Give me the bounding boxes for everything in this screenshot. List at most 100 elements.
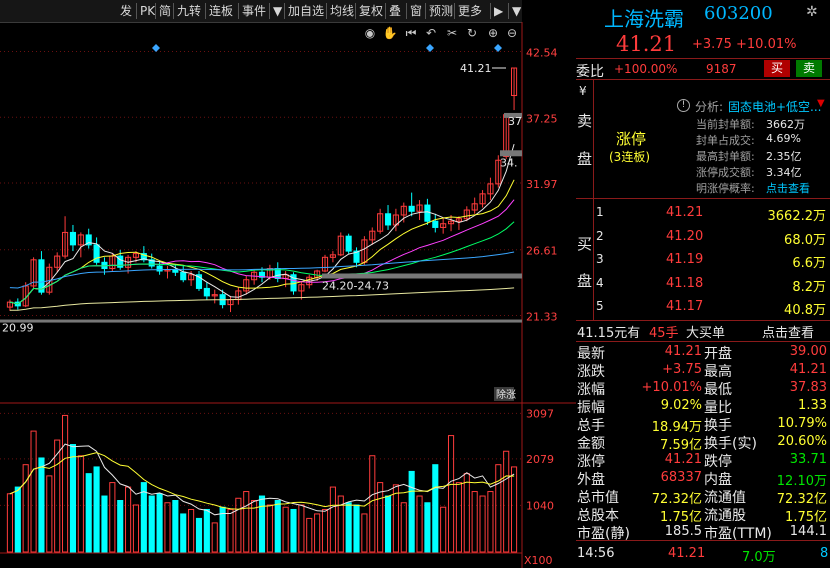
volume-bar bbox=[298, 504, 305, 553]
volume-bar bbox=[77, 455, 84, 553]
zoom-out-icon[interactable]: ⊖ bbox=[507, 26, 517, 40]
volume-tick-label: 3097 bbox=[526, 407, 554, 420]
volume-bar bbox=[503, 450, 510, 553]
toolbar-item[interactable]: 窗 bbox=[408, 3, 424, 19]
toolbar-item[interactable]: ▼ bbox=[510, 3, 523, 19]
right-tag-label: 34. bbox=[500, 156, 518, 169]
seal-info-label: 涨停成交额: bbox=[696, 166, 755, 179]
price-change: +3.75 bbox=[692, 37, 732, 52]
volume-bar bbox=[258, 495, 266, 553]
weibi-diff: 9187 bbox=[706, 62, 737, 76]
bid-volume: 3662.2万 bbox=[767, 209, 827, 224]
rewind-icon[interactable]: ⏮ bbox=[406, 26, 417, 40]
undo-icon[interactable]: ↶ bbox=[426, 26, 436, 40]
volume-bar bbox=[455, 482, 462, 553]
scissors-icon[interactable]: ✂ bbox=[447, 26, 457, 40]
bid-level: 3 bbox=[596, 252, 604, 266]
volume-unit-label: X100 bbox=[524, 554, 553, 567]
volume-bar bbox=[180, 513, 187, 553]
zoom-in-icon[interactable]: ⊕ bbox=[488, 26, 498, 40]
candle-body bbox=[408, 205, 415, 212]
toolbar-item[interactable]: 简 bbox=[157, 3, 173, 19]
volume-bar bbox=[306, 517, 313, 553]
price-tick-label: 37.25 bbox=[526, 112, 558, 125]
toolbar-item[interactable]: ▼ bbox=[271, 3, 284, 19]
gap-bar bbox=[0, 319, 522, 323]
volume-bar bbox=[30, 430, 37, 553]
candle-body bbox=[424, 204, 431, 222]
toolbar-item[interactable]: 事件 bbox=[240, 3, 268, 19]
price-tick-label: 42.54 bbox=[526, 46, 558, 59]
big-order-lots: 45手 bbox=[649, 326, 679, 341]
seal-info-value: 3.34亿 bbox=[766, 166, 802, 179]
sell-button[interactable]: 卖 bbox=[796, 60, 822, 77]
toolbar-item[interactable]: 均线 bbox=[328, 3, 356, 19]
bid-volume: 8.2万 bbox=[792, 279, 826, 295]
volume-bar bbox=[314, 513, 321, 553]
toolbar-item[interactable]: 预测 bbox=[427, 3, 455, 19]
quote-panel: 上海洗霸 603200 ✲ 41.21 +3.75 +10.01% 委比 +10… bbox=[576, 0, 830, 568]
seal-info-label: 最高封单额: bbox=[696, 150, 755, 163]
volume-bar bbox=[384, 495, 392, 553]
seal-info-value[interactable]: 点击查看 bbox=[766, 180, 810, 196]
toolbar-item[interactable]: ▶ bbox=[492, 3, 505, 19]
big-order-link[interactable]: 点击查看 bbox=[762, 322, 814, 341]
buy-side-label-2: 盘 bbox=[577, 272, 593, 290]
volume-bar bbox=[38, 457, 45, 553]
bid-level: 4 bbox=[596, 275, 604, 290]
volume-tick-label: 2079 bbox=[526, 453, 554, 466]
refresh-icon[interactable]: ↻ bbox=[467, 26, 477, 40]
analysis-link[interactable]: 固态电池+低空... bbox=[728, 98, 822, 115]
seal-info-label: 当前封单额: bbox=[696, 118, 755, 131]
quote-value: 72.32亿 bbox=[651, 492, 702, 507]
eye-icon[interactable]: ◉ bbox=[365, 26, 375, 40]
quote-label: 外盘 bbox=[577, 472, 605, 488]
event-marker-icon bbox=[494, 44, 502, 52]
quote-value: 185.5 bbox=[664, 524, 702, 539]
toolbar-item[interactable]: 复权 bbox=[357, 3, 385, 19]
candle-body bbox=[345, 235, 352, 252]
kline-chart[interactable]: 42.54 37.25 31.97 26.61 21.33 3097 2079 1040 X10… bbox=[0, 22, 576, 568]
weibi-pct: +100.00% bbox=[614, 62, 678, 76]
volume-bar bbox=[188, 508, 195, 553]
toolbar-item[interactable]: 发 bbox=[118, 3, 134, 19]
hand-icon[interactable]: ✋ bbox=[383, 26, 398, 40]
volume-bar bbox=[361, 513, 368, 553]
toolbar-item[interactable]: 更多 bbox=[456, 3, 484, 19]
quote-value: 18.94万 bbox=[651, 420, 702, 435]
quote-value: 68337 bbox=[660, 470, 702, 485]
price-tick-label: 26.61 bbox=[526, 245, 558, 258]
volume-bar bbox=[274, 500, 281, 553]
toolbar-item[interactable]: 连板 bbox=[207, 3, 235, 19]
volume-bar bbox=[479, 495, 486, 553]
bid-price: 41.17 bbox=[666, 299, 704, 314]
info-icon: ! bbox=[677, 99, 690, 112]
quote-value: 20.60% bbox=[777, 434, 827, 449]
volume-bar bbox=[487, 491, 494, 553]
quote-value: +3.75 bbox=[662, 362, 702, 377]
volume-bar bbox=[109, 482, 116, 553]
toolbar-item[interactable]: 叠 bbox=[387, 3, 403, 19]
quote-label: 涨停 bbox=[577, 454, 605, 470]
seal-info-value: 3662万 bbox=[766, 118, 805, 131]
sell-side-label-1: 卖 bbox=[577, 112, 593, 130]
buy-button[interactable]: 买 bbox=[764, 60, 790, 77]
bid-price: 41.18 bbox=[666, 275, 704, 291]
quote-value: 12.10万 bbox=[776, 474, 827, 489]
volume-bar bbox=[203, 508, 210, 553]
quote-value: 37.83 bbox=[789, 380, 827, 395]
volume-bar bbox=[345, 502, 352, 553]
quote-value: 144.1 bbox=[789, 524, 827, 539]
big-order-type: 大买单 bbox=[686, 326, 726, 341]
volume-bar bbox=[6, 493, 13, 553]
candle-body bbox=[172, 269, 179, 273]
volume-bar bbox=[495, 464, 502, 553]
volume-tick-label: 1040 bbox=[526, 499, 554, 512]
gear-icon[interactable]: ✲ bbox=[806, 4, 818, 20]
quote-label: 换手(实) bbox=[704, 436, 757, 452]
toolbar-item[interactable]: 加自选 bbox=[286, 3, 326, 19]
quote-label: 内盘 bbox=[704, 472, 732, 488]
gap-bar bbox=[322, 273, 522, 279]
toolbar-item[interactable]: 九转 bbox=[175, 3, 203, 19]
quote-label: 换手 bbox=[704, 418, 732, 434]
